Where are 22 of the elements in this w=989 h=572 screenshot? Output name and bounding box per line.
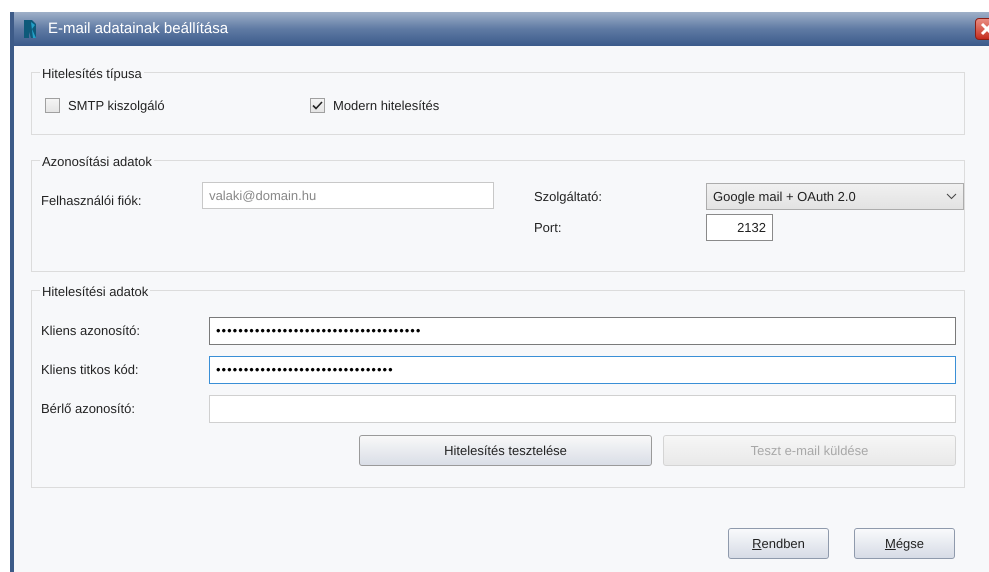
port-field[interactable]: 2132 <box>706 214 773 241</box>
checkbox-label: Modern hitelesítés <box>333 96 440 115</box>
action-button[interactable]: Hitelesítés tesztelése <box>359 435 652 466</box>
checkbox-label: SMTP kiszolgáló <box>68 96 165 115</box>
chevron-down-icon <box>946 193 957 200</box>
field-label: Bérlő azonosító: <box>41 400 136 418</box>
checkbox[interactable] <box>45 98 60 113</box>
field-label: Szolgáltató: <box>534 188 603 206</box>
checkbox[interactable] <box>310 98 325 113</box>
text-field[interactable]: ••••••••••••••••••••••••••••••••••••• <box>209 317 956 345</box>
field-label: Kliens titkos kód: <box>41 361 140 380</box>
field-label: Felhasználói fiók: <box>41 192 142 210</box>
provider-dropdown[interactable]: Google mail + OAuth 2.0 <box>706 183 964 210</box>
window-title: E-mail adatainak beállítása <box>48 18 228 39</box>
text-field[interactable] <box>209 395 956 423</box>
account-field[interactable]: valaki@domain.hu <box>202 182 494 209</box>
field-label: Kliens azonosító: <box>41 322 142 340</box>
text-field[interactable]: •••••••••••••••••••••••••••••••• <box>209 356 956 384</box>
field-label: Port: <box>534 218 562 237</box>
check-icon <box>312 101 323 110</box>
dialog-button[interactable]: Mégse <box>854 528 955 559</box>
dialog-button[interactable]: Rendben <box>728 528 829 559</box>
